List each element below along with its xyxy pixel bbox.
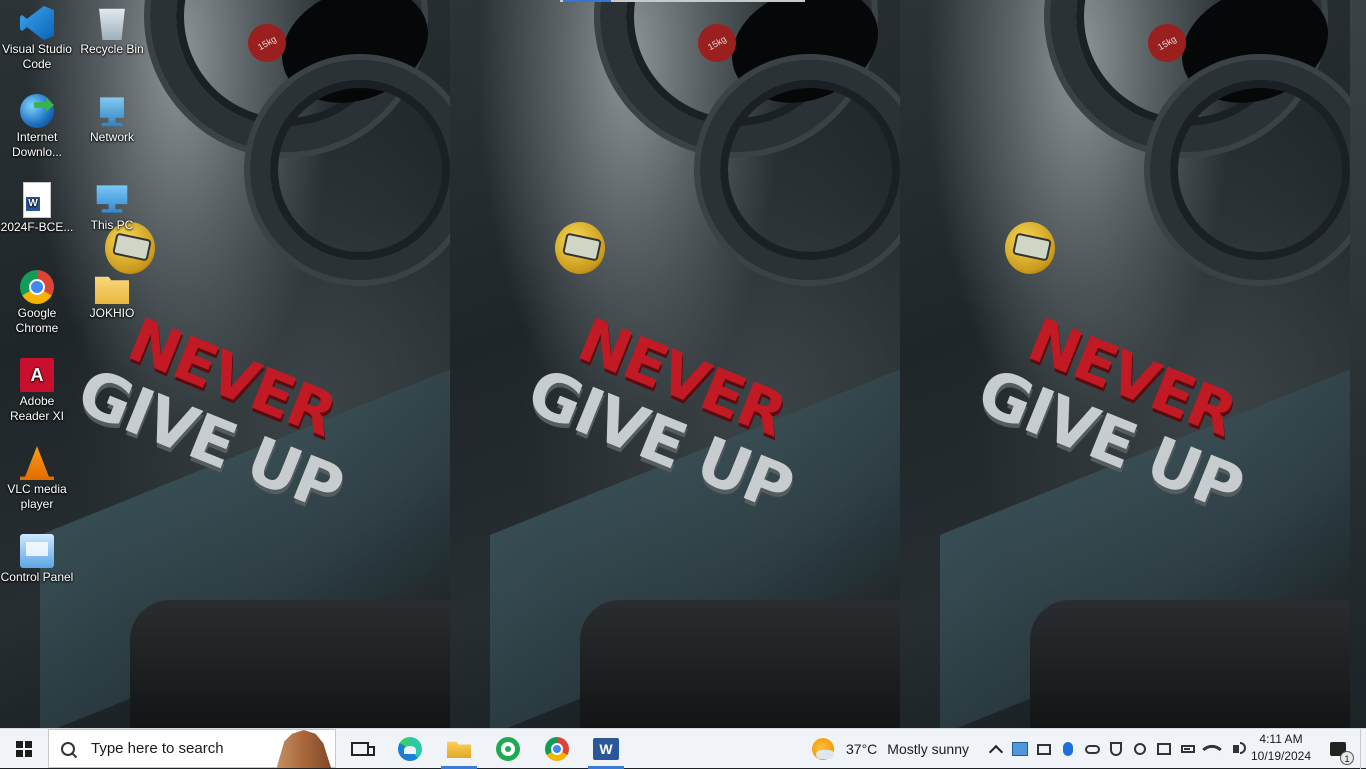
desktop-icon-label: Visual Studio Code: [2, 42, 72, 71]
search-highlight-image: [276, 730, 332, 768]
onedrive-icon: [1084, 744, 1100, 754]
machine: [1030, 600, 1350, 728]
monitor-icon: [1037, 743, 1051, 755]
tray-onedrive-button[interactable]: [1084, 741, 1100, 757]
stopwatch-image: [1005, 222, 1055, 274]
desktop-icon-recycle-bin[interactable]: Recycle Bin: [74, 0, 150, 57]
chrome-icon: [545, 737, 569, 761]
desktop-icon-label: Google Chrome: [15, 306, 59, 335]
wallpaper-panel: 15kg NEVER GIVE UP: [450, 0, 900, 728]
tray-camera-button[interactable]: [1132, 741, 1148, 757]
desktop-icon-label: Recycle Bin: [80, 42, 144, 56]
volume-icon: [1233, 742, 1246, 754]
wifi-icon: [1202, 739, 1222, 759]
desktop-icon-adobe-reader[interactable]: Adobe Reader XI: [0, 352, 75, 424]
battery-icon: [1181, 745, 1195, 753]
tray-app-button[interactable]: [1012, 741, 1028, 757]
desktop-icon-label: Network: [89, 130, 134, 144]
desktop-icon-label: JOKHIO: [89, 306, 135, 320]
app-tray-icon: [1012, 742, 1028, 756]
chrome-icon: [20, 270, 54, 304]
taskbar-search-box[interactable]: Type here to search: [48, 729, 336, 768]
desktop-icon-control-panel[interactable]: Control Panel: [0, 528, 75, 585]
wallpaper-panel: 15kg NEVER GIVE UP: [900, 0, 1350, 728]
wallpaper-edge: [1350, 0, 1366, 728]
top-progress-fill: [563, 0, 611, 2]
desktop-icon-internet-download-manager[interactable]: Internet Downlo...: [0, 88, 75, 160]
tray-screen-button[interactable]: [1156, 741, 1172, 757]
desktop-icon-vscode[interactable]: Visual Studio Code: [0, 0, 75, 72]
start-button[interactable]: [0, 729, 48, 769]
whatsapp-icon: [496, 737, 520, 761]
security-shield-icon: [1110, 742, 1122, 756]
show-desktop-button[interactable]: [1360, 729, 1366, 769]
windows-logo-icon: [16, 741, 32, 757]
tray-bluetooth-button[interactable]: [1060, 741, 1076, 757]
machine: [580, 600, 900, 728]
weight-plate: [1150, 60, 1350, 280]
screen-icon: [1157, 743, 1171, 755]
desktop-icon-label: VLC media player: [7, 482, 67, 511]
tray-security-button[interactable]: [1108, 741, 1124, 757]
desktop-icon-word-document[interactable]: 2024F-BCE...: [0, 176, 75, 235]
tray-battery-button[interactable]: [1180, 741, 1196, 757]
search-icon: [58, 738, 78, 759]
taskbar-whatsapp-button[interactable]: [484, 729, 532, 769]
taskbar-file-explorer-button[interactable]: [435, 729, 483, 769]
stopwatch-image: [555, 222, 605, 274]
tray-monitor-button[interactable]: [1036, 741, 1052, 757]
weather-widget[interactable]: 37°C Mostly sunny: [812, 729, 969, 769]
taskbar-chrome-button[interactable]: [533, 729, 581, 769]
desktop-icon-label: Internet Downlo...: [11, 130, 63, 159]
word-document-icon: [23, 182, 51, 218]
tray-volume-button[interactable]: [1228, 741, 1246, 757]
recycle-bin-icon: [99, 8, 125, 40]
notification-center-button[interactable]: 1: [1318, 729, 1358, 769]
internet-download-manager-icon: [20, 94, 54, 128]
adobe-reader-icon: [20, 358, 54, 392]
show-hidden-icons-button[interactable]: [988, 741, 1004, 759]
taskbar-clock[interactable]: 4:11 AM 10/19/2024: [1250, 731, 1312, 765]
this-pc-icon: [96, 185, 128, 213]
task-view-button[interactable]: [336, 729, 384, 769]
tray-wifi-button[interactable]: [1202, 739, 1222, 759]
taskbar-edge-button[interactable]: [386, 729, 434, 769]
edge-icon: [398, 737, 422, 761]
user-folder-icon: [95, 276, 129, 304]
file-explorer-icon: [447, 741, 471, 758]
desktop-icon-label: This PC: [90, 218, 134, 232]
desktop-icon-vlc[interactable]: VLC media player: [0, 440, 75, 512]
weather-temperature: 37°C: [846, 741, 878, 757]
weight-plate: [250, 60, 450, 280]
desktop-icon-label: 2024F-BCE...: [0, 220, 74, 234]
taskbar-word-button[interactable]: W: [582, 729, 630, 769]
desktop-icon-network[interactable]: Network: [74, 88, 150, 145]
search-placeholder: Type here to search: [91, 740, 224, 757]
weight-plate: [700, 60, 900, 280]
desktop-icon-google-chrome[interactable]: Google Chrome: [0, 264, 75, 336]
desktop: 15kg NEVER GIVE UP 15kg NEVER GIVE UP 15…: [0, 0, 1366, 728]
chevron-up-icon: [988, 744, 1004, 759]
taskbar: Type here to search W 37°C Mostly sunny: [0, 728, 1366, 769]
desktop-icon-jokhio[interactable]: JOKHIO: [74, 264, 150, 321]
sun-cloud-icon: [812, 738, 834, 760]
vscode-icon: [20, 6, 54, 40]
network-icon: [100, 97, 124, 127]
camera-icon: [1134, 743, 1146, 755]
desktop-icon-label: Adobe Reader XI: [9, 394, 65, 423]
notification-count-badge: 1: [1340, 751, 1354, 765]
desktop-icon-this-pc[interactable]: This PC: [74, 176, 150, 233]
vlc-icon: [20, 446, 54, 480]
word-icon: W: [593, 738, 619, 760]
weather-condition: Mostly sunny: [887, 741, 969, 757]
machine: [130, 600, 450, 728]
control-panel-icon: [20, 534, 54, 568]
task-view-icon: [351, 742, 375, 756]
clock-date: 10/19/2024: [1250, 749, 1312, 763]
desktop-icon-label: Control Panel: [0, 570, 74, 584]
clock-time: 4:11 AM: [1259, 732, 1303, 746]
bluetooth-icon: [1063, 742, 1073, 756]
